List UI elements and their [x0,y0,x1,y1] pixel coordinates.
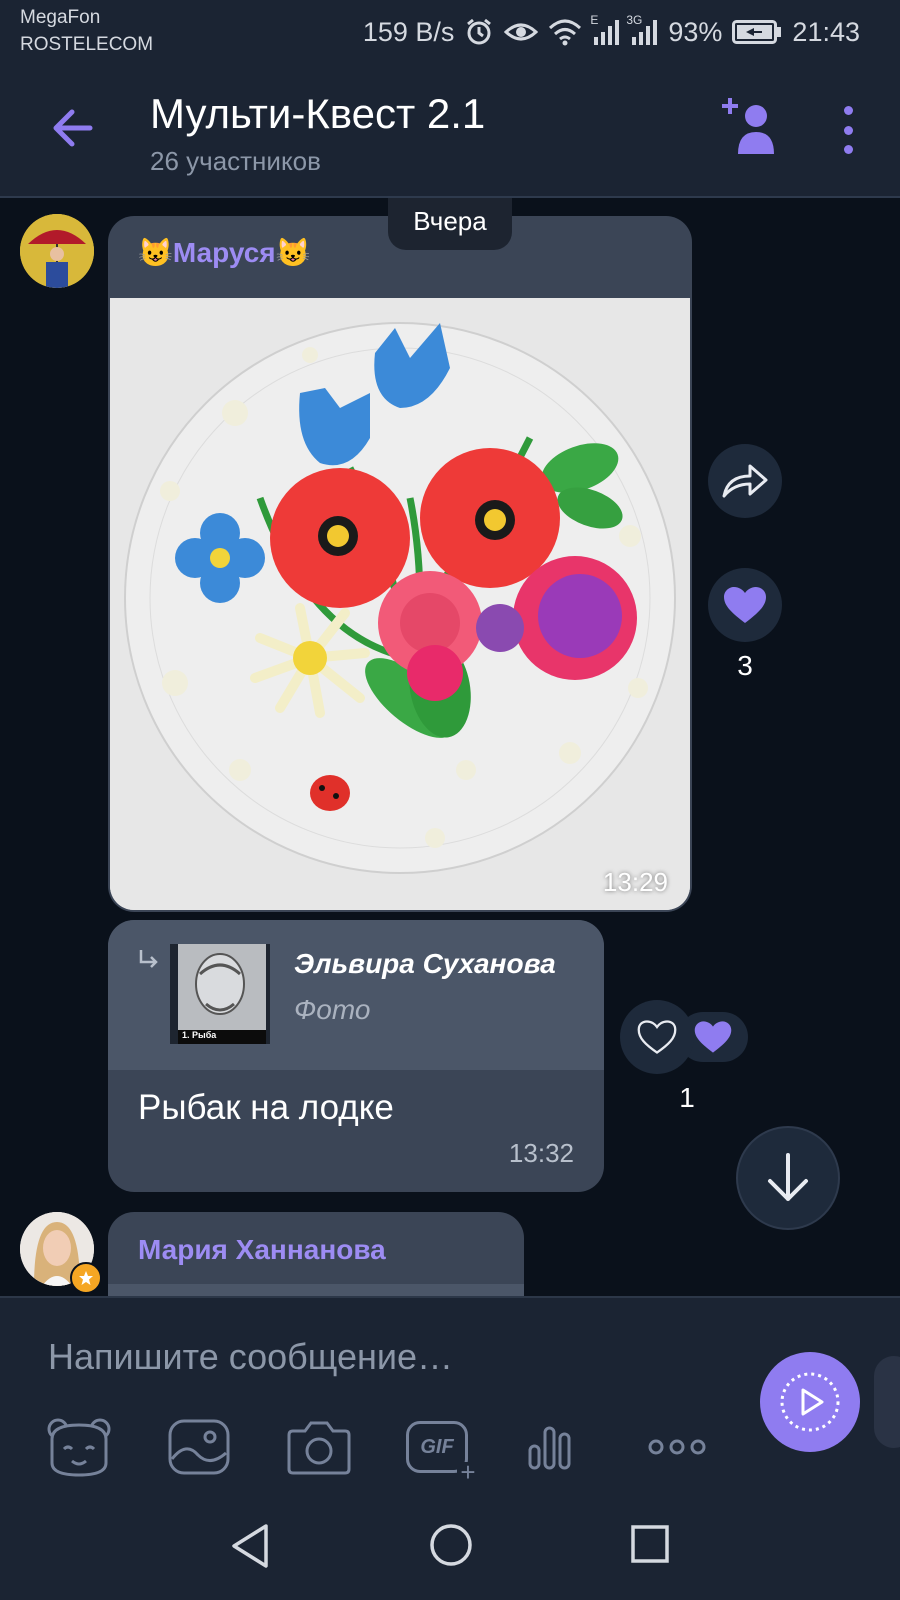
nav-back-button[interactable] [228,1522,272,1575]
back-button[interactable] [40,96,104,160]
video-message-icon [780,1372,840,1432]
signal-2: 3G [626,13,658,45]
like-button[interactable] [620,1000,694,1074]
add-member-button[interactable] [722,94,778,156]
like-count: 3 [737,650,753,681]
scroll-down-button[interactable] [736,1126,840,1230]
camera-icon [287,1421,351,1475]
record-video-button[interactable] [760,1352,860,1452]
forward-button[interactable] [708,444,782,518]
voice-button[interactable] [520,1414,590,1480]
heart-filled-icon [694,1021,732,1053]
net-type-1: E [590,13,599,27]
wifi-icon [549,19,582,46]
avatar[interactable] [20,1212,102,1294]
gif-label: GIF [420,1435,454,1458]
reply-type: Фото [294,994,371,1025]
arrow-left-icon [53,109,93,147]
message-bubble[interactable]: 😺 Маруся 😺 13:29 [108,216,692,912]
carrier-1: MegaFon [20,7,101,28]
like-count: 1 [679,1082,695,1113]
status-bar: MegaFon ROSTELECOM 159 B/s E 3G 93% 21:4… [0,0,900,64]
flowers-artwork-image [110,298,690,910]
heart-outline-icon [637,1020,677,1054]
audio-bars-icon [528,1426,571,1470]
more-menu-button[interactable] [830,100,866,160]
chat-header: Мульти-Квест 2.1 26 участников [0,64,900,198]
status-icons: 159 B/s E 3G 93% 21:43 [362,13,860,50]
reactions-group[interactable] [620,1000,750,1074]
reply-thumbnail: 1. Рыба [170,944,270,1044]
signal-1: E [590,13,620,45]
day-separator: Вчера [388,198,512,250]
gif-button[interactable]: GIF + [402,1414,479,1485]
portrait-sketch-image [178,944,266,1044]
camera-button[interactable] [284,1414,354,1480]
more-dot [843,125,853,135]
more-horizontal-icon [648,1439,706,1455]
sender-emoji-right: 😺 [275,237,311,268]
more-dot [843,106,853,115]
battery-icon [732,20,782,44]
star-icon [79,1271,93,1285]
sticker-button[interactable] [44,1414,114,1480]
clock: 21:43 [792,16,860,47]
nav-recents-button[interactable] [630,1524,670,1569]
sender-label: Маруся [172,236,276,268]
message-bubble[interactable]: 1. Рыба Эльвира Суханова Фото Рыбак на л… [108,920,604,1192]
gif-icon: GIF + [406,1421,479,1485]
triangle-back-icon [232,1524,268,1568]
message-input[interactable]: Напишите сообщение… [48,1336,453,1378]
arrow-down-icon [768,1153,808,1201]
image-icon [168,1419,230,1475]
more-dot [843,145,853,154]
eye-icon [504,23,539,41]
gallery-button[interactable] [164,1414,234,1480]
thumb-caption: 1. Рыба [182,1030,217,1040]
chat-title[interactable]: Мульти-Квест 2.1 [150,90,485,138]
bear-sticker-icon [47,1418,111,1477]
more-attachments-button[interactable] [642,1414,712,1480]
add-user-icon [722,98,774,154]
participants-count[interactable]: 26 участников [150,146,321,177]
plus-icon: + [457,1459,479,1485]
reply-arrow-icon [139,950,158,968]
battery-percent: 93% [668,16,723,47]
net-type-2: 3G [626,13,643,27]
avatar[interactable] [20,214,94,288]
share-icon [722,464,768,498]
sender-name[interactable]: Мария Ханнанова [138,1234,386,1266]
circle-home-icon [430,1524,472,1566]
avatar-image [20,214,94,288]
admin-badge [70,1262,102,1294]
system-nav-bar [0,1490,900,1600]
message-time: 13:32 [508,1138,574,1168]
message-photo[interactable]: 13:29 [110,298,690,910]
heart-filled-icon [724,587,766,623]
like-button[interactable] [708,568,782,642]
reply-author: Эльвира Суханова [294,948,556,979]
carrier-2: ROSTELECOM [20,34,154,55]
message-time: 13:29 [602,867,668,897]
secondary-action-edge[interactable] [874,1356,900,1448]
square-recents-icon [631,1525,669,1563]
sender-name[interactable]: 😺 Маруся 😺 [138,236,311,269]
reply-quote[interactable]: 1. Рыба Эльвира Суханова Фото [108,920,604,1070]
alarm-icon [467,18,492,45]
nav-home-button[interactable] [428,1522,474,1573]
message-text: Рыбак на лодке [138,1088,394,1127]
net-speed: 159 B/s [362,16,455,47]
sender-emoji-left: 😺 [138,237,173,268]
